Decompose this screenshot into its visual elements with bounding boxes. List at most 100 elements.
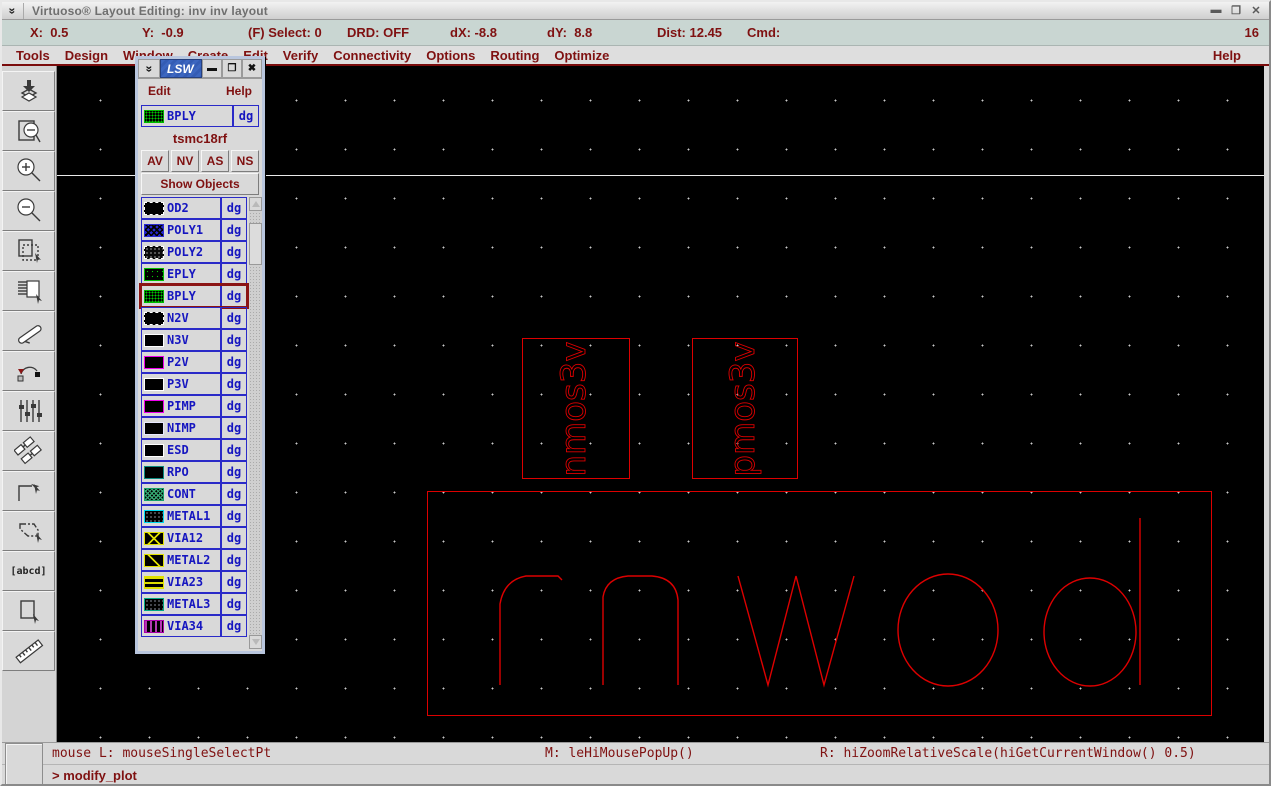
layer-swatch	[144, 399, 164, 413]
layer-scrollbar[interactable]	[249, 197, 262, 649]
layer-row[interactable]: BPLY dg	[139, 283, 249, 309]
zoom-in-icon[interactable]	[2, 151, 55, 191]
instance-nmos3v[interactable]: nmos3v	[522, 338, 630, 479]
prompt-bar[interactable]: > modify_plot	[2, 764, 1269, 784]
path-icon[interactable]	[2, 471, 55, 511]
label-icon[interactable]: [abcd]	[2, 551, 55, 591]
properties-icon[interactable]	[2, 391, 55, 431]
close-icon[interactable]: ✕	[1249, 4, 1263, 17]
lsw-title-bar[interactable]: » LSW ▬ ❒ ✖	[138, 59, 262, 79]
title-bar[interactable]: » Virtuoso® Layout Editing: inv inv layo…	[2, 2, 1269, 20]
layer-row[interactable]: POLY2 dg	[141, 241, 247, 263]
status-counter: 16	[1244, 25, 1259, 40]
lsw-menu-edit[interactable]: Edit	[148, 84, 171, 98]
layer-row[interactable]: EPLY dg	[141, 263, 247, 285]
status-y: Y: -0.9	[142, 25, 184, 40]
layer-row[interactable]: VIA34 dg	[141, 615, 247, 637]
layer-purpose: dg	[226, 399, 242, 413]
lsw-title: LSW	[160, 59, 202, 78]
lsw-close-icon[interactable]: ✖	[242, 59, 262, 78]
layer-row[interactable]: CONT dg	[141, 483, 247, 505]
layer-name: P2V	[167, 355, 189, 369]
layer-row[interactable]: OD2 dg	[141, 197, 247, 219]
maximize-icon[interactable]: ❒	[1229, 4, 1243, 17]
instance-label-pmos3v: pmos3v	[723, 342, 763, 477]
layer-swatch	[144, 531, 164, 545]
layer-swatch	[144, 289, 164, 303]
layer-row[interactable]: NIMP dg	[141, 417, 247, 439]
lsw-current-layer[interactable]: BPLY dg	[141, 105, 259, 127]
window-menu-button[interactable]: »	[2, 2, 24, 19]
menu-item[interactable]: Verify	[283, 48, 318, 63]
menu-item[interactable]: Options	[426, 48, 475, 63]
layer-row[interactable]: N3V dg	[141, 329, 247, 351]
layer-row[interactable]: VIA12 dg	[141, 527, 247, 549]
layer-row[interactable]: VIA23 dg	[141, 571, 247, 593]
lsw-window-menu-button[interactable]: »	[138, 59, 160, 78]
zoom-out-icon[interactable]	[2, 191, 55, 231]
validity-button[interactable]: AS	[201, 150, 229, 172]
menu-item[interactable]: Routing	[490, 48, 539, 63]
lsw-menu-help[interactable]: Help	[226, 84, 252, 98]
toolbar: [abcd]	[2, 66, 57, 742]
validity-button[interactable]: AV	[141, 150, 169, 172]
resize-corner	[5, 743, 43, 784]
scrollbar-thumb[interactable]	[249, 223, 262, 265]
layer-swatch	[144, 267, 164, 281]
show-objects-button[interactable]: Show Objects	[141, 173, 259, 195]
lsw-validity-buttons: AV NV AS NS	[141, 150, 259, 172]
layer-swatch	[144, 109, 164, 123]
layer-row[interactable]: RPO dg	[141, 461, 247, 483]
chevron-down-icon: »	[142, 65, 156, 72]
polygon-icon[interactable]	[2, 511, 55, 551]
layer-swatch	[144, 619, 164, 633]
layer-row[interactable]: METAL1 dg	[141, 505, 247, 527]
scroll-up-icon[interactable]	[249, 197, 262, 211]
layer-row[interactable]: PIMP dg	[141, 395, 247, 417]
menu-item[interactable]: Optimize	[554, 48, 609, 63]
menu-item[interactable]: Design	[65, 48, 108, 63]
layer-name: P3V	[167, 377, 189, 391]
undo-icon[interactable]	[2, 351, 55, 391]
instance-icon[interactable]	[2, 431, 55, 471]
layer-row[interactable]: ESD dg	[141, 439, 247, 461]
rectangle-icon[interactable]	[2, 591, 55, 631]
layer-name: OD2	[167, 201, 189, 215]
menu-item[interactable]: Connectivity	[333, 48, 411, 63]
lsw-maximize-icon[interactable]: ❒	[222, 59, 242, 78]
lsw-minimize-icon[interactable]: ▬	[202, 59, 222, 78]
menu-item[interactable]: Tools	[16, 48, 50, 63]
stretch-icon[interactable]	[2, 231, 55, 271]
layer-name: ESD	[167, 443, 189, 457]
layer-name: METAL1	[167, 509, 211, 523]
validity-button[interactable]: NS	[231, 150, 259, 172]
layer-purpose: dg	[226, 289, 242, 303]
layer-row[interactable]: METAL2 dg	[141, 549, 247, 571]
menu-item-help[interactable]: Help	[1213, 48, 1255, 63]
layer-purpose: dg	[226, 267, 242, 281]
nwell-region[interactable]	[427, 491, 1212, 716]
status-drd: DRD: OFF	[347, 25, 410, 40]
layer-name: N3V	[167, 333, 189, 347]
layer-swatch	[144, 377, 164, 391]
layer-row[interactable]: P3V dg	[141, 373, 247, 395]
copy-icon[interactable]	[2, 271, 55, 311]
layer-row[interactable]: METAL3 dg	[141, 593, 247, 615]
save-icon[interactable]	[2, 71, 55, 111]
ruler-icon[interactable]	[2, 631, 55, 671]
stroke-text-rnwod	[499, 518, 1141, 688]
layer-row[interactable]: P2V dg	[141, 351, 247, 373]
minimize-icon[interactable]: ▬	[1209, 4, 1223, 17]
layer-row[interactable]: N2V dg	[141, 307, 247, 329]
layer-swatch	[144, 575, 164, 589]
layer-name: EPLY	[167, 267, 196, 281]
layer-row[interactable]: POLY1 dg	[141, 219, 247, 241]
mouse-right-binding: R: hiZoomRelativeScale(hiGetCurrentWindo…	[820, 746, 1196, 761]
scroll-down-icon[interactable]	[249, 635, 262, 649]
fit-view-icon[interactable]	[2, 111, 55, 151]
validity-button[interactable]: NV	[171, 150, 199, 172]
delete-icon[interactable]	[2, 311, 55, 351]
layer-purpose: dg	[226, 201, 242, 215]
layer-name: NIMP	[167, 421, 196, 435]
instance-pmos3v[interactable]: pmos3v	[692, 338, 798, 479]
